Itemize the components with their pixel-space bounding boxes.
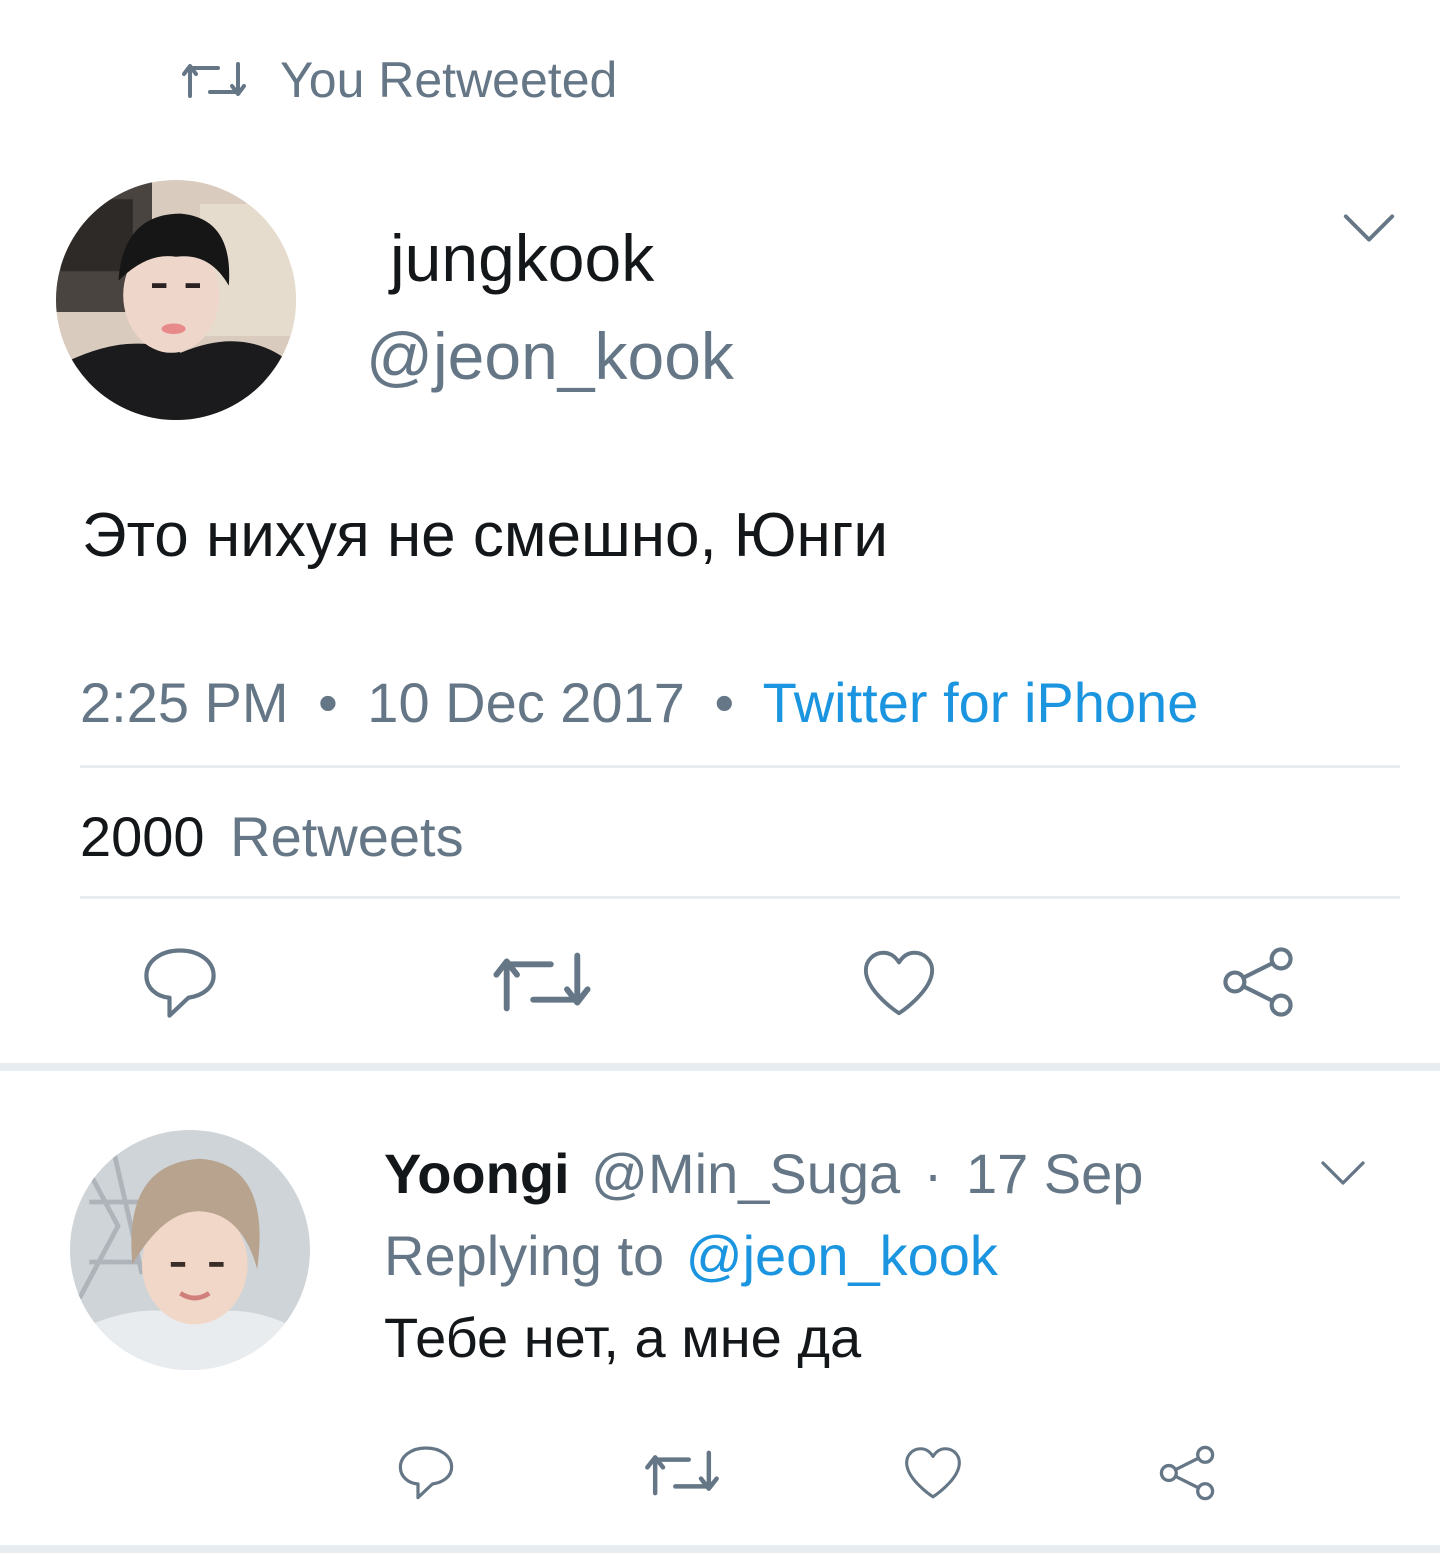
replying-to-handle[interactable]: @jeon_kook xyxy=(686,1224,998,1287)
retweet-icon[interactable] xyxy=(644,1446,720,1500)
retweet-stats[interactable]: 2000 Retweets xyxy=(80,804,464,870)
tweet-source-link[interactable]: Twitter for iPhone xyxy=(763,671,1199,734)
reply-date[interactable]: 17 Sep xyxy=(966,1142,1144,1205)
meta-separator: • xyxy=(714,671,735,734)
tweet-date: 10 Dec 2017 xyxy=(367,671,685,734)
reply-author-name[interactable]: Yoongi xyxy=(384,1142,570,1205)
author-handle[interactable]: @jeon_kook xyxy=(366,320,734,392)
replying-to-prefix: Replying to xyxy=(384,1224,665,1287)
author-name[interactable]: jungkook xyxy=(390,222,654,294)
share-icon[interactable] xyxy=(1216,940,1300,1024)
retweet-count-label: Retweets xyxy=(230,805,464,868)
retweet-banner-text: You Retweeted xyxy=(280,52,618,108)
tweet-text: Это нихуя не смешно, Юнги xyxy=(82,501,889,570)
reply-avatar[interactable] xyxy=(70,1130,310,1370)
reply-header: Yoongi @Min_Suga · 17 Sep xyxy=(384,1142,1143,1206)
avatar[interactable] xyxy=(56,180,296,420)
like-icon[interactable] xyxy=(902,1442,964,1502)
tweet-meta: 2:25 PM • 10 Dec 2017 • Twitter for iPho… xyxy=(80,670,1198,736)
section-separator xyxy=(0,1063,1440,1071)
retweet-icon[interactable] xyxy=(492,946,592,1018)
reply-icon[interactable] xyxy=(394,1440,458,1504)
tweet-time: 2:25 PM xyxy=(80,671,289,734)
retweet-count: 2000 xyxy=(80,805,205,868)
meta-separator: • xyxy=(318,671,338,734)
divider xyxy=(80,896,1400,899)
reply-separator: · xyxy=(923,1142,943,1205)
reply-icon[interactable] xyxy=(138,940,222,1024)
reply-text: Тебе нет, а мне да xyxy=(384,1306,862,1369)
section-separator xyxy=(0,1545,1440,1553)
chevron-down-icon[interactable] xyxy=(1340,210,1398,246)
like-icon[interactable] xyxy=(860,944,938,1020)
retweet-banner-icon xyxy=(182,58,246,102)
share-icon[interactable] xyxy=(1154,1440,1220,1506)
chevron-down-icon[interactable] xyxy=(1318,1158,1368,1188)
replying-to: Replying to @jeon_kook xyxy=(384,1224,998,1288)
reply-author-handle[interactable]: @Min_Suga xyxy=(591,1142,900,1205)
divider xyxy=(80,765,1400,768)
